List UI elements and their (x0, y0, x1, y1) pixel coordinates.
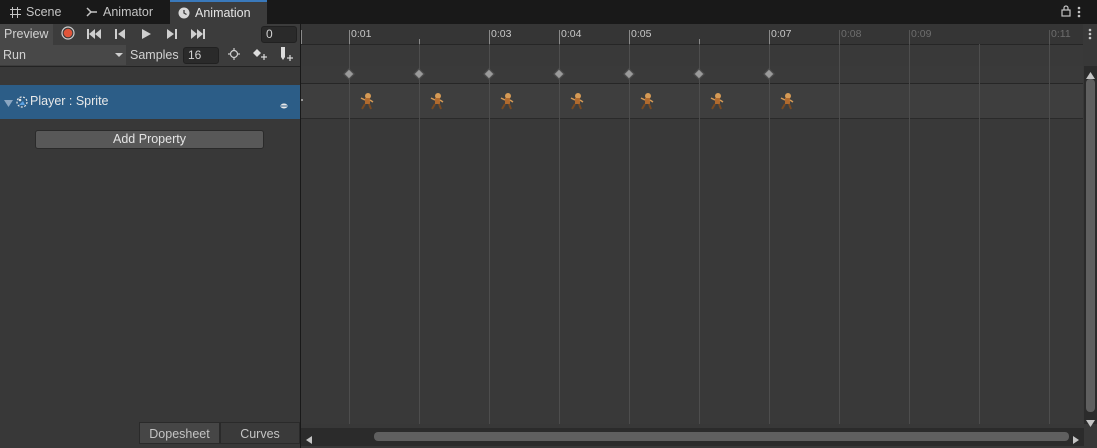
foldout-triangle-icon[interactable] (4, 97, 13, 111)
tab-animator-label: Animator (103, 5, 154, 19)
vertical-scrollbar[interactable] (1084, 66, 1097, 427)
tab-scene-label: Scene (26, 5, 62, 19)
more-options-icon[interactable] (1077, 6, 1081, 21)
timeline-grid-line (629, 44, 630, 424)
timeline-grid-line (419, 44, 420, 424)
ruler-tick-mark (629, 30, 630, 44)
tab-animation[interactable]: Animation (170, 0, 267, 24)
add-event-button[interactable] (274, 46, 298, 65)
play-button[interactable] (134, 25, 158, 44)
scroll-right-arrow-icon[interactable] (1073, 433, 1079, 447)
toggle-dot-icon[interactable] (280, 98, 288, 112)
preview-button[interactable]: Preview (0, 24, 53, 45)
ruler-tick-label: 0:09 (911, 28, 932, 40)
timeline-grid-line (559, 44, 560, 424)
ruler-minor-tick (699, 39, 700, 44)
grid-icon (10, 6, 21, 18)
tab-dopesheet[interactable]: Dopesheet (139, 422, 220, 444)
last-keyframe-button[interactable] (186, 25, 210, 44)
clip-dropdown[interactable]: Run (0, 45, 126, 65)
view-mode-tabs: Dopesheet Curves (0, 422, 300, 448)
timeline-grid-line (769, 44, 770, 424)
ruler-tick-mark (769, 30, 770, 44)
lock-icon[interactable] (1061, 5, 1071, 20)
add-property-button[interactable]: Add Property (35, 130, 264, 149)
step-back-icon (115, 28, 125, 42)
ruler-tick-label: 0:08 (841, 28, 862, 40)
timeline-grid-line (979, 44, 980, 424)
ruler-tick-label: 0:11 (1051, 28, 1071, 40)
ruler-start-tick (301, 30, 302, 44)
previous-keyframe-button[interactable] (108, 25, 132, 44)
tab-animator[interactable]: Animator (78, 0, 161, 24)
samples-field[interactable]: 16 (183, 47, 219, 64)
skip-to-start-icon (87, 28, 101, 42)
crosshair-icon (228, 48, 240, 63)
record-icon (61, 26, 75, 43)
vertical-scroll-thumb[interactable] (1086, 79, 1095, 412)
tab-scene[interactable]: Scene (2, 0, 69, 24)
scroll-left-arrow-icon[interactable] (306, 433, 312, 447)
sprite-renderer-icon (15, 95, 29, 111)
frame-field[interactable]: 0 (261, 26, 297, 43)
clip-toolbar: Run Samples 16 (0, 45, 300, 67)
tab-animation-label: Animation (195, 6, 251, 20)
playback-toolbar: Preview 0 (0, 24, 300, 46)
sprite-keyframe-thumbnail[interactable] (499, 92, 515, 110)
timeline-grid-line (1049, 44, 1050, 424)
animator-icon (86, 7, 98, 17)
horizontal-scroll-thumb[interactable] (374, 432, 1069, 441)
step-forward-icon (167, 28, 177, 42)
ruler-tick-label: 0:01 (351, 28, 372, 40)
timeline-options-icon[interactable] (1088, 28, 1092, 43)
scroll-down-arrow-icon[interactable] (1086, 416, 1095, 430)
sprite-keyframe-thumbnail[interactable] (429, 92, 445, 110)
ruler-tick-mark (559, 30, 560, 44)
ruler-tick-label: 0:07 (771, 28, 792, 40)
skip-to-end-icon (191, 28, 205, 42)
play-icon (141, 28, 151, 42)
samples-label: Samples (130, 48, 179, 62)
window-tab-bar: Scene Animator Animation (0, 0, 1097, 24)
clip-name: Run (3, 48, 26, 62)
ruler-tick-mark (1049, 30, 1050, 44)
timeline-grid-line (839, 44, 840, 424)
clock-icon (178, 7, 190, 19)
sprite-keyframe-thumbnail[interactable] (779, 92, 795, 110)
ruler-tick-mark (349, 30, 350, 44)
next-keyframe-button[interactable] (160, 25, 184, 44)
first-keyframe-button[interactable] (82, 25, 106, 44)
property-label: Player : Sprite (30, 94, 109, 108)
add-keyframe-button[interactable] (248, 46, 272, 65)
ruler-tick-mark (839, 30, 840, 44)
sprite-row-start-marker (301, 99, 303, 101)
ruler-tick-label: 0:05 (631, 28, 652, 40)
ruler-tick-mark (489, 30, 490, 44)
sprite-keyframe-thumbnail[interactable] (359, 92, 375, 110)
sprite-keyframe-thumbnail[interactable] (569, 92, 585, 110)
timeline-grid-line (489, 44, 490, 424)
horizontal-scrollbar[interactable] (301, 428, 1084, 446)
timeline-grid-line (349, 44, 350, 424)
ruler-tick-label: 0:03 (491, 28, 512, 40)
chevron-down-icon (115, 45, 123, 71)
add-event-icon (279, 47, 293, 64)
timeline-grid-line (909, 44, 910, 424)
ruler-minor-tick (419, 39, 420, 44)
record-button[interactable] (56, 25, 80, 44)
tab-curves[interactable]: Curves (220, 422, 300, 444)
add-keyframe-target-button[interactable] (222, 46, 246, 65)
sprite-keyframe-thumbnail[interactable] (709, 92, 725, 110)
ruler-tick-label: 0:04 (561, 28, 582, 40)
timeline-grid-line (699, 44, 700, 424)
property-row-player-sprite[interactable]: Player : Sprite (0, 85, 300, 119)
ruler-tick-mark (909, 30, 910, 44)
add-keyframe-icon (253, 48, 267, 63)
sprite-keyframe-thumbnail[interactable] (639, 92, 655, 110)
